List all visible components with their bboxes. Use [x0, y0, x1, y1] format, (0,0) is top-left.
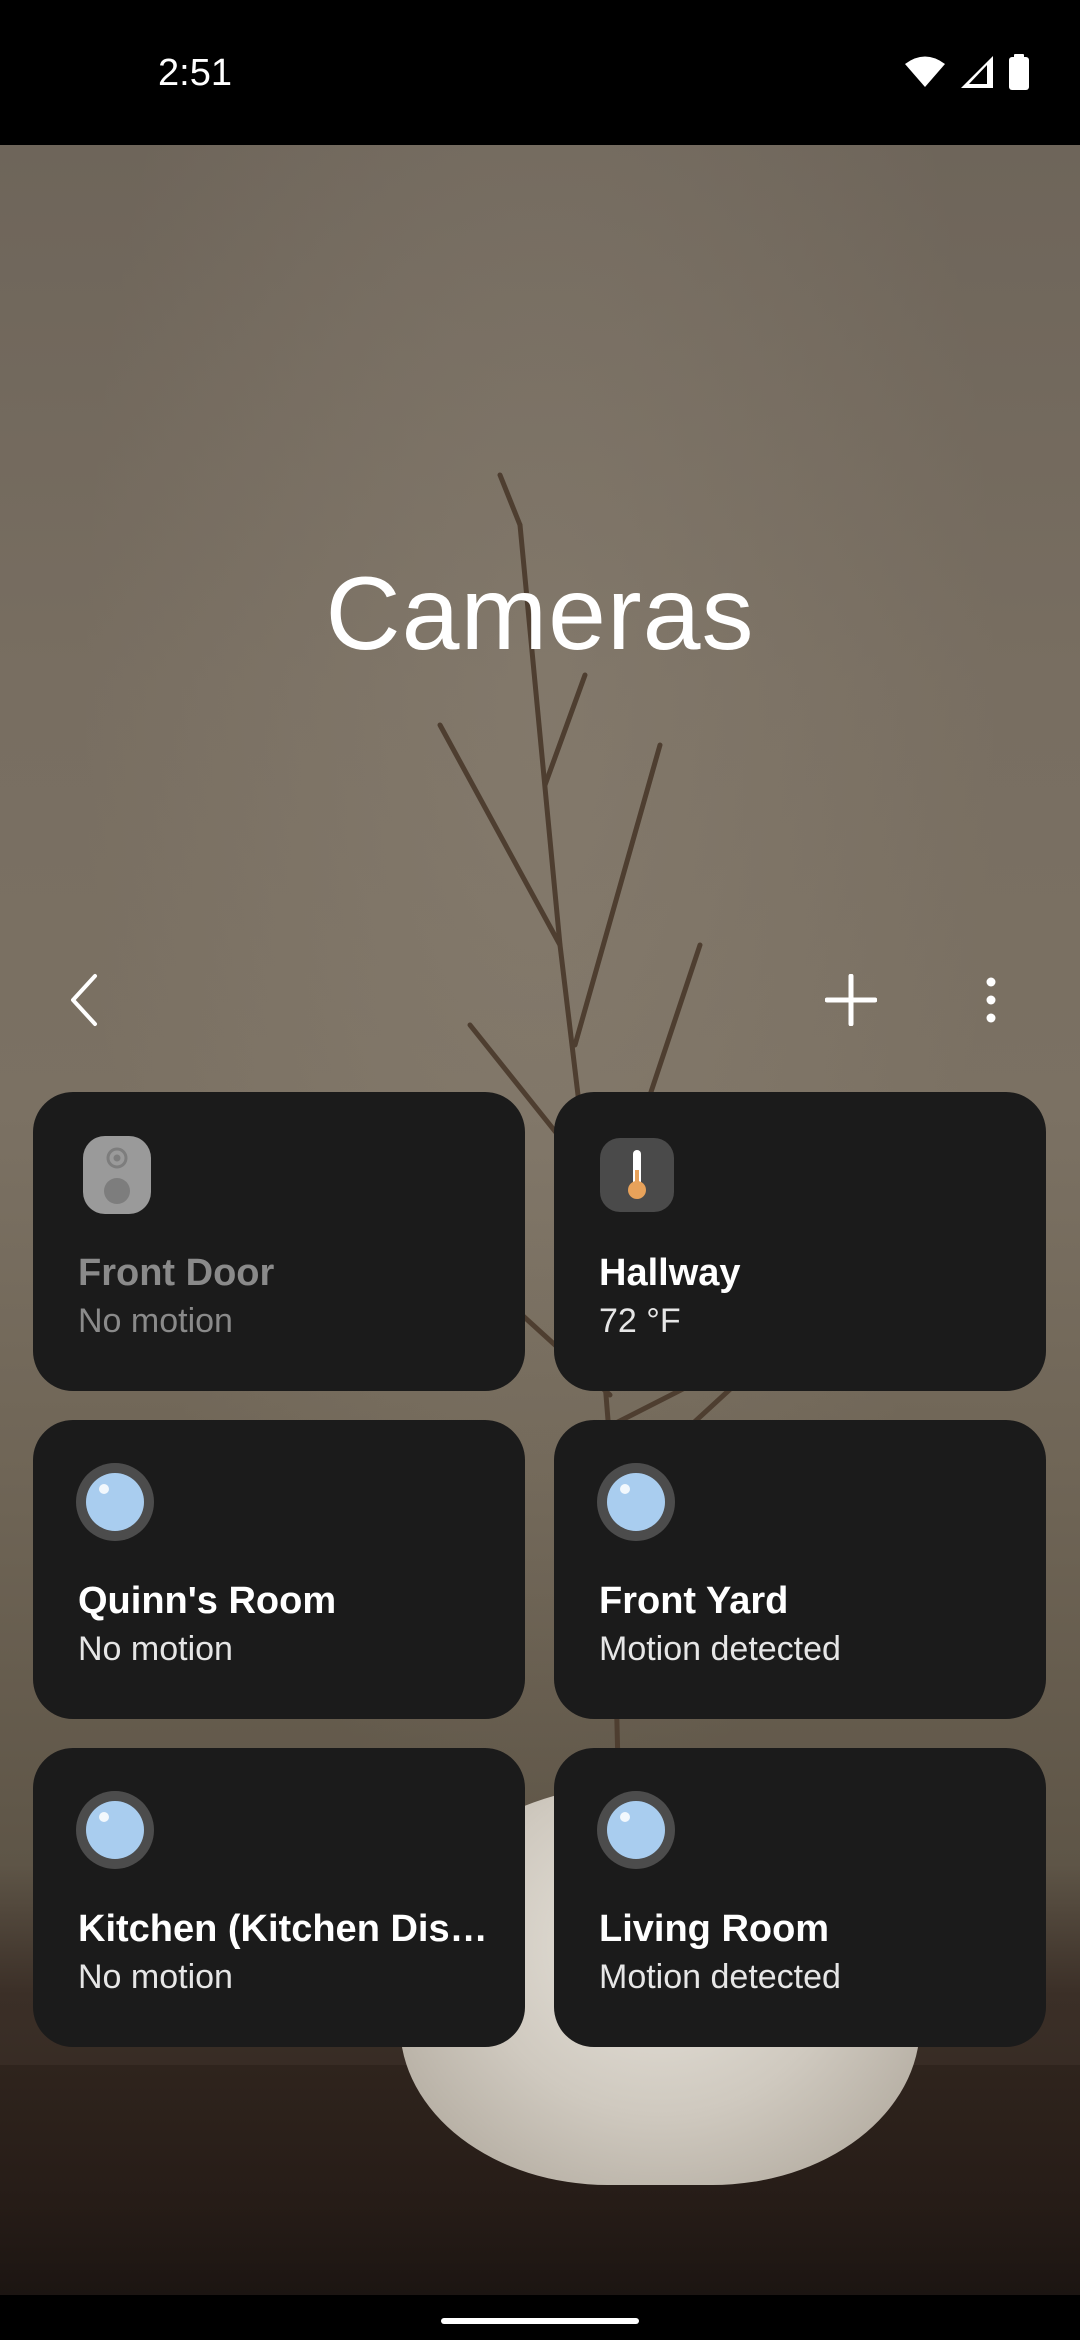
device-tile-kitchen[interactable]: Kitchen (Kitchen Display) No motion: [33, 1748, 525, 2047]
device-name: Living Room: [599, 1908, 830, 1950]
cellular-signal-icon: [961, 56, 993, 88]
device-tile-living-room[interactable]: Living Room Motion detected: [554, 1748, 1046, 2047]
device-tile-quinns-room[interactable]: Quinn's Room No motion: [33, 1420, 525, 1719]
add-button[interactable]: [806, 955, 896, 1045]
camera-lens-icon: [76, 1463, 154, 1541]
device-name: Front Door: [78, 1252, 275, 1294]
device-name: Hallway: [599, 1252, 741, 1294]
back-button[interactable]: [40, 955, 130, 1045]
status-icons: [904, 54, 1030, 90]
device-status: Motion detected: [599, 1630, 841, 1668]
device-status: 72 °F: [599, 1302, 681, 1340]
thermostat-icon: [600, 1138, 674, 1212]
camera-lens-icon: [597, 1463, 675, 1541]
chevron-left-icon: [71, 974, 97, 1026]
page-title: Cameras: [325, 556, 755, 672]
camera-lens-icon: [76, 1791, 154, 1869]
device-status: No motion: [78, 1630, 233, 1668]
device-name: Front Yard: [599, 1580, 789, 1622]
device-tile-front-yard[interactable]: Front Yard Motion detected: [554, 1420, 1046, 1719]
more-options-button[interactable]: [946, 955, 1036, 1045]
status-bar: 2:51: [0, 0, 1080, 145]
status-time: 2:51: [158, 52, 232, 94]
device-tile-front-door[interactable]: Front Door No motion: [33, 1092, 525, 1391]
device-status: Motion detected: [599, 1958, 841, 1996]
battery-icon: [1009, 54, 1029, 90]
device-grid: Front Door No motion Hallway 72 °F Quinn…: [33, 1092, 1047, 2047]
doorbell-icon: [83, 1136, 151, 1214]
device-status: No motion: [78, 1302, 233, 1340]
wifi-icon: [905, 56, 945, 87]
device-name: Quinn's Room: [78, 1580, 337, 1622]
device-status: No motion: [78, 1958, 233, 1996]
home-indicator[interactable]: [441, 2318, 639, 2324]
plus-icon: [825, 974, 877, 1026]
more-vertical-icon: [986, 977, 996, 1023]
device-tile-hallway[interactable]: Hallway 72 °F: [554, 1092, 1046, 1391]
device-name: Kitchen (Kitchen Display): [78, 1908, 495, 1950]
camera-lens-icon: [597, 1791, 675, 1869]
